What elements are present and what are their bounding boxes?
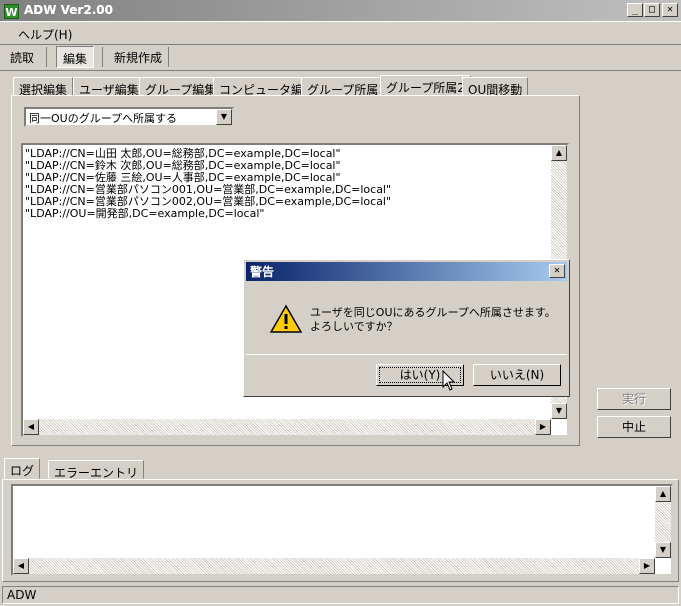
scroll-left-icon[interactable]: ◀ <box>13 558 29 574</box>
toolbar-separator <box>168 47 169 67</box>
tab-group-edit[interactable]: グループ編集 <box>139 77 223 97</box>
tab-group-member-1[interactable]: グループ所属1 <box>301 77 392 97</box>
scroll-right-icon[interactable]: ▶ <box>639 558 655 574</box>
status-text: ADW <box>2 586 679 604</box>
new-button[interactable]: 新規作成 <box>108 46 168 68</box>
log-area[interactable]: ▲ ▼ ◀ ▶ <box>11 484 673 576</box>
edit-button[interactable]: 編集 <box>56 46 95 68</box>
scroll-up-icon[interactable]: ▲ <box>655 486 671 502</box>
app-icon: W <box>4 4 19 19</box>
no-button[interactable]: いいえ(N) <box>473 364 561 386</box>
close-button[interactable]: ✕ <box>662 3 678 17</box>
dialog-title-bar[interactable]: 警告 <box>246 262 567 281</box>
abort-button[interactable]: 中止 <box>597 416 671 438</box>
scroll-right-icon[interactable]: ▶ <box>535 419 551 435</box>
toolbar-separator <box>46 47 47 67</box>
scroll-down-icon[interactable]: ▼ <box>551 403 567 419</box>
warning-icon <box>270 304 302 333</box>
tab-ou-move[interactable]: OU間移動 <box>462 77 529 97</box>
maximize-button[interactable]: □ <box>644 3 660 17</box>
dialog-message-line1: ユーザを同じOUにあるグループへ所属させます。 <box>310 306 556 319</box>
toolbar-separator <box>102 47 103 67</box>
mode-select-value: 同一OUのグループへ所属する <box>29 112 178 125</box>
read-button[interactable]: 読取 <box>4 46 40 68</box>
toolbar-divider <box>0 44 681 45</box>
window-title: ADW Ver2.00 <box>24 3 113 17</box>
tab-log[interactable]: ログ <box>4 458 41 479</box>
chevron-down-icon[interactable]: ▼ <box>216 109 232 125</box>
mouse-cursor-icon <box>442 370 456 391</box>
mode-select[interactable]: 同一OUのグループへ所属する ▼ <box>24 107 234 127</box>
tab-user-edit[interactable]: ユーザ編集 <box>73 77 145 97</box>
horizontal-scrollbar[interactable] <box>23 419 551 435</box>
status-bar: ADW <box>0 584 681 606</box>
scroll-up-icon[interactable]: ▲ <box>551 145 567 161</box>
minimize-button[interactable]: _ <box>627 3 643 17</box>
warning-dialog: 警告 ✕ ユーザを同じOUにあるグループへ所属させます。 よろしいですか？ はい… <box>243 259 570 397</box>
dialog-message-line2: よろしいですか？ <box>310 320 398 333</box>
dialog-title: 警告 <box>250 265 275 279</box>
scroll-left-icon[interactable]: ◀ <box>23 419 39 435</box>
list-item: "LDAP://OU=開発部,DC=example,DC=local" <box>25 207 265 220</box>
toolbar-bottom <box>0 70 681 71</box>
tab-select-edit[interactable]: 選択編集 <box>13 77 74 97</box>
menu-help[interactable]: ヘルプ(H) <box>18 26 72 43</box>
log-horizontal-scrollbar[interactable] <box>13 558 655 574</box>
tab-error-entry[interactable]: エラーエントリ <box>48 460 145 480</box>
dialog-close-button[interactable]: ✕ <box>549 264 565 278</box>
scroll-down-icon[interactable]: ▼ <box>655 542 671 558</box>
execute-button[interactable]: 実行 <box>597 388 671 410</box>
tab-group-member-2[interactable]: グループ所属2 <box>380 75 471 96</box>
